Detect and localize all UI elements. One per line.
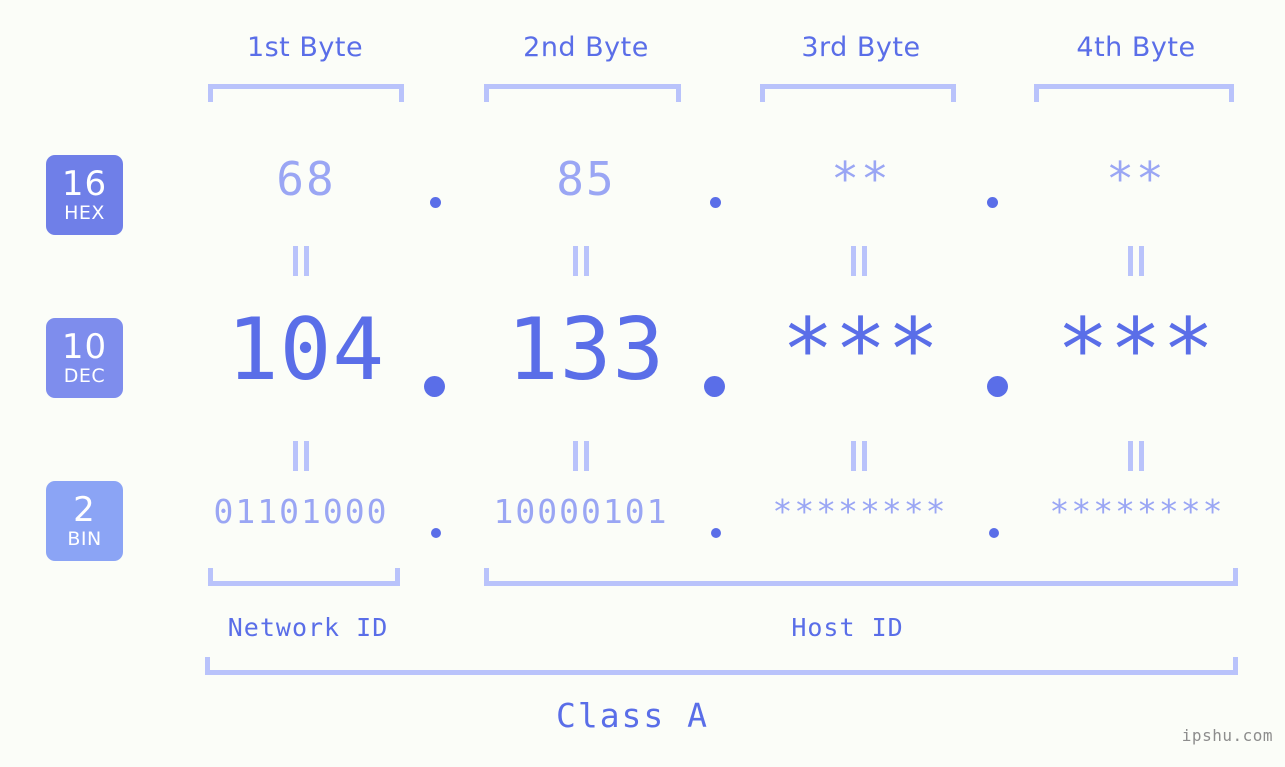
equality-mark-hex-dec-3 xyxy=(851,246,867,276)
base-badge-dec-number: 10 xyxy=(61,327,108,367)
byte-header-2: 2nd Byte xyxy=(523,32,649,63)
ip-address-breakdown-diagram: 1st Byte 2nd Byte 3rd Byte 4th Byte 16 H… xyxy=(0,0,1285,767)
bin-separator-dot-3 xyxy=(989,528,999,538)
equality-mark-dec-bin-2 xyxy=(573,441,589,471)
base-badge-dec: 10 DEC xyxy=(46,318,123,398)
bin-byte-4: ******** xyxy=(1049,492,1225,531)
dec-byte-4: *** xyxy=(1056,300,1216,400)
byte-bracket-4 xyxy=(1034,84,1234,102)
byte-bracket-2 xyxy=(484,84,681,102)
base-badge-hex: 16 HEX xyxy=(46,155,123,235)
hex-separator-dot-3 xyxy=(987,197,998,208)
dec-separator-dot-3 xyxy=(987,376,1008,397)
hex-byte-2: 85 xyxy=(556,152,616,206)
hex-separator-dot-2 xyxy=(710,197,721,208)
dec-separator-dot-1 xyxy=(424,376,445,397)
hex-byte-3: ** xyxy=(831,152,891,206)
host-id-label: Host ID xyxy=(791,613,904,642)
equality-mark-dec-bin-3 xyxy=(851,441,867,471)
hex-separator-dot-1 xyxy=(430,197,441,208)
byte-header-1: 1st Byte xyxy=(246,32,364,63)
class-label: Class A xyxy=(555,696,710,735)
byte-header-3: 3rd Byte xyxy=(801,32,921,63)
equality-mark-hex-dec-4 xyxy=(1128,246,1144,276)
watermark: ipshu.com xyxy=(1181,726,1273,745)
bin-separator-dot-2 xyxy=(711,528,721,538)
network-id-label: Network ID xyxy=(227,613,389,642)
base-badge-hex-number: 16 xyxy=(61,164,108,204)
network-id-bracket xyxy=(208,568,400,586)
dec-byte-1: 104 xyxy=(226,300,386,400)
base-badge-bin-label: BIN xyxy=(67,528,102,550)
class-bracket xyxy=(205,657,1238,675)
equality-mark-hex-dec-2 xyxy=(573,246,589,276)
base-badge-bin: 2 BIN xyxy=(46,481,123,561)
hex-byte-1: 68 xyxy=(276,152,336,206)
equality-mark-dec-bin-1 xyxy=(293,441,309,471)
bin-byte-1: 01101000 xyxy=(213,492,389,531)
hex-byte-4: ** xyxy=(1106,152,1166,206)
bin-byte-2: 10000101 xyxy=(493,492,669,531)
base-badge-hex-label: HEX xyxy=(64,202,105,224)
equality-mark-dec-bin-4 xyxy=(1128,441,1144,471)
host-id-bracket xyxy=(484,568,1238,586)
byte-bracket-3 xyxy=(760,84,956,102)
base-badge-bin-number: 2 xyxy=(73,490,96,530)
bin-separator-dot-1 xyxy=(431,528,441,538)
dec-byte-3: *** xyxy=(781,300,941,400)
dec-separator-dot-2 xyxy=(704,376,725,397)
bin-byte-3: ******** xyxy=(772,492,948,531)
equality-mark-hex-dec-1 xyxy=(293,246,309,276)
byte-header-4: 4th Byte xyxy=(1076,32,1196,63)
byte-bracket-1 xyxy=(208,84,404,102)
base-badge-dec-label: DEC xyxy=(63,365,106,387)
dec-byte-2: 133 xyxy=(506,300,666,400)
